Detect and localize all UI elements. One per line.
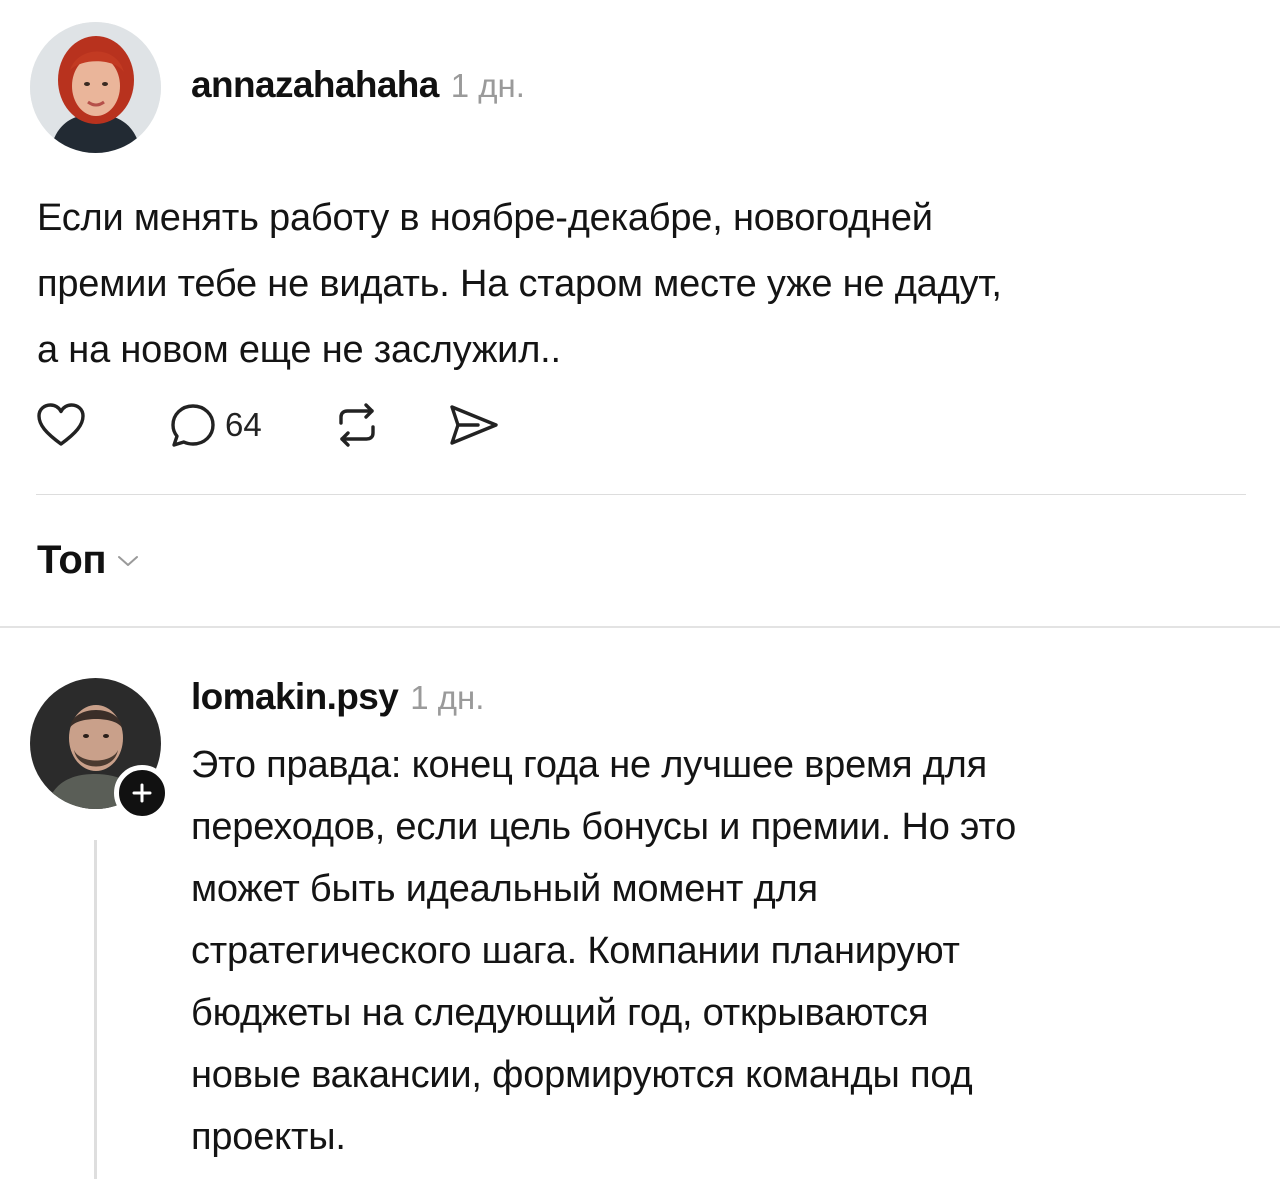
post-timestamp: 1 дн. (450, 67, 525, 104)
post-author-avatar[interactable] (30, 22, 161, 153)
repost-icon (339, 403, 375, 447)
plus-icon (132, 783, 152, 803)
heart-icon (37, 403, 85, 446)
speech-bubble-icon (171, 404, 215, 447)
comments-sort-dropdown[interactable]: Топ (37, 538, 140, 583)
post-author-username[interactable]: annazahahaha (191, 64, 439, 106)
sort-label: Топ (37, 538, 107, 582)
reply-text: Это правда: конец года не лучшее время д… (191, 744, 1017, 1158)
section-divider (0, 626, 1280, 628)
like-button[interactable] (36, 402, 86, 448)
post-text: Если менять работу в ноябре-декабре, нов… (37, 197, 1002, 371)
send-icon (450, 405, 498, 445)
chevron-down-icon (118, 555, 139, 566)
thread-line (94, 840, 97, 1179)
post-actions: 64 (36, 402, 500, 448)
share-button[interactable] (448, 402, 500, 448)
reply-timestamp: 1 дн. (410, 679, 485, 716)
comment-button[interactable]: 64 (169, 402, 262, 448)
post-header: annazahahaha 1 дн. (191, 64, 525, 106)
reply-header: lomakin.psy 1 дн. (191, 676, 484, 718)
divider (36, 494, 1246, 495)
comment-count: 64 (225, 406, 262, 443)
repost-button[interactable] (332, 402, 382, 448)
woman-portrait-avatar (30, 22, 161, 153)
reply-author-username[interactable]: lomakin.psy (191, 676, 399, 718)
follow-button[interactable] (114, 765, 170, 821)
thread-page: annazahahaha 1 дн. Если менять работу в … (0, 0, 1280, 1179)
